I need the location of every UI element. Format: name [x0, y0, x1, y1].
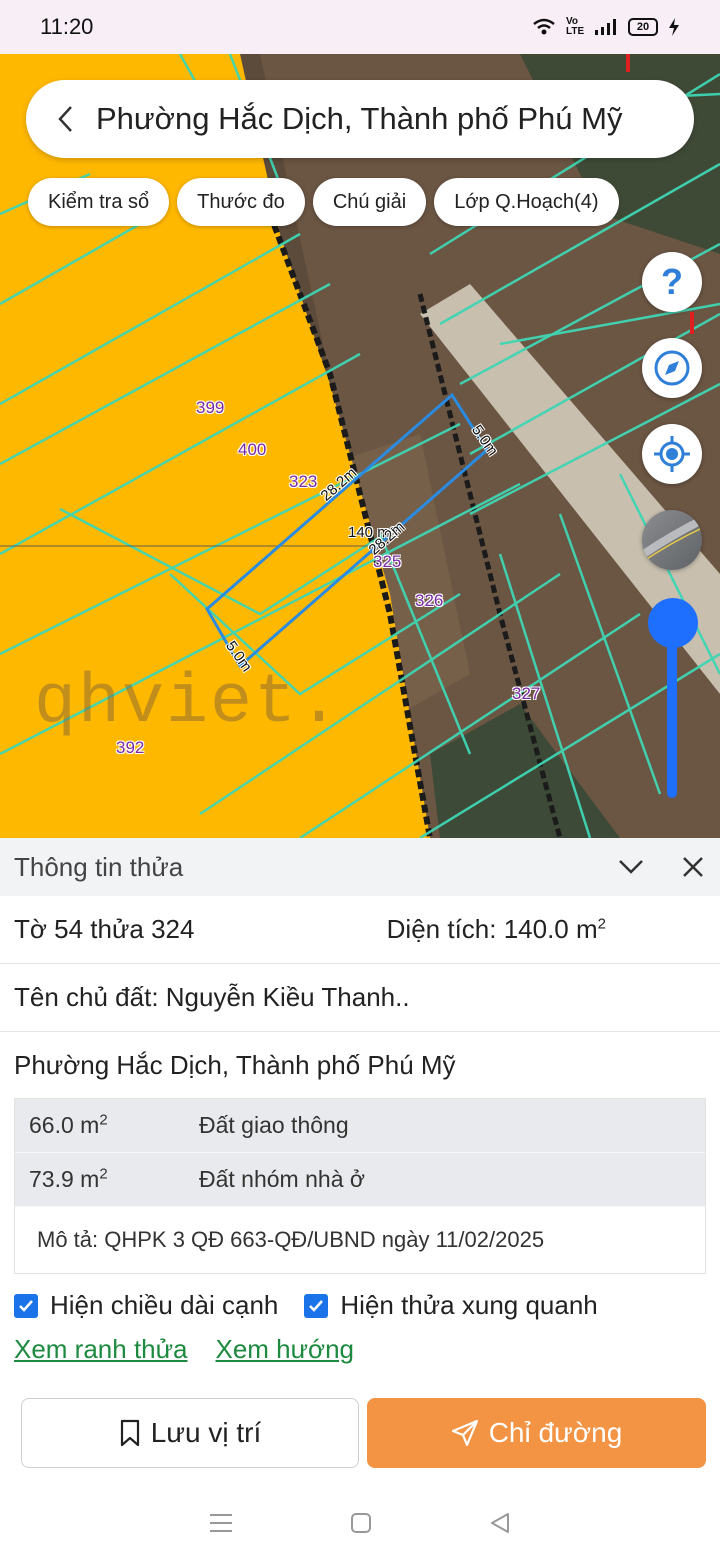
address-row: Phường Hắc Dịch, Thành phố Phú Mỹ	[0, 1032, 720, 1098]
back-nav-icon[interactable]	[488, 1511, 512, 1535]
parcel-label[interactable]: 326	[415, 591, 443, 611]
display-options: Hiện chiều dài cạnh Hiện thửa xung quanh	[14, 1290, 624, 1321]
owner-name: Tên chủ đất: Nguyễn Kiều Thanh..	[14, 982, 410, 1012]
land-use-area: 73.9 m2	[15, 1166, 199, 1193]
ruler-chip[interactable]: Thước đo	[177, 178, 305, 226]
show-edge-length-option[interactable]: Hiện chiều dài cạnh	[14, 1290, 278, 1321]
charging-icon	[669, 18, 679, 36]
parcel-info-header: Thông tin thửa	[0, 838, 720, 896]
map-tool-chips: Kiểm tra sổ Thước đo Chú giải Lớp Q.Hoạc…	[28, 178, 619, 226]
parcel-label[interactable]: 327	[512, 684, 540, 704]
help-icon: ?	[661, 261, 683, 302]
network-type-label: Vo LTE	[566, 16, 585, 37]
parcel-address: Phường Hắc Dịch, Thành phố Phú Mỹ	[14, 1049, 456, 1080]
area-unit-superscript: 2	[597, 915, 606, 933]
parcel-area-value: Diện tích: 140.0 m	[386, 914, 598, 944]
chevron-down-icon[interactable]	[618, 859, 644, 875]
directions-button[interactable]: Chỉ đường	[367, 1398, 706, 1468]
system-nav-bar	[0, 1486, 720, 1560]
status-bar: 11:20 Vo LTE 20	[0, 0, 720, 54]
parcel-id: Tờ 54 thửa 324	[14, 914, 195, 944]
location-header: Phường Hắc Dịch, Thành phố Phú Mỹ	[26, 80, 694, 158]
land-use-row: 73.9 m2 Đất nhóm nhà ở	[15, 1153, 705, 1207]
show-edge-length-label[interactable]: Hiện chiều dài cạnh	[50, 1290, 278, 1321]
signal-icon	[595, 19, 616, 35]
map-layer-toggle-button[interactable]	[642, 510, 702, 570]
parcel-label[interactable]: 400	[238, 440, 266, 460]
owner-row: Tên chủ đất: Nguyễn Kiều Thanh..	[0, 964, 720, 1032]
parcel-label[interactable]: 323	[289, 472, 317, 492]
check-certificate-chip[interactable]: Kiểm tra sổ	[28, 178, 170, 226]
map-view[interactable]: qhviet. 399 400 323 325 326 327 392 5.0m…	[0, 54, 720, 838]
battery-level: 20	[636, 21, 650, 33]
location-title[interactable]: Phường Hắc Dịch, Thành phố Phú Mỹ	[96, 101, 622, 137]
bookmark-icon	[119, 1419, 141, 1447]
parcel-links: Xem ranh thửa Xem hướng	[14, 1334, 354, 1365]
status-time: 11:20	[40, 14, 94, 39]
satellite-thumbnail-icon	[642, 516, 702, 563]
menu-icon[interactable]	[208, 1512, 234, 1534]
land-use-table: 66.0 m2 Đất giao thông 73.9 m2 Đất nhóm …	[14, 1098, 706, 1274]
save-location-button[interactable]: Lưu vị trí	[21, 1398, 359, 1468]
save-location-label: Lưu vị trí	[150, 1417, 262, 1448]
parcel-info-title: Thông tin thửa	[14, 851, 184, 882]
planning-description: Mô tả: QHPK 3 QĐ 663-QĐ/UBND ngày 11/02/…	[15, 1207, 705, 1273]
land-use-type: Đất giao thông	[199, 1112, 349, 1138]
land-use-area-value: 66.0 m	[29, 1112, 100, 1138]
battery-icon: 20	[628, 18, 658, 36]
land-use-type: Đất nhóm nhà ở	[199, 1166, 365, 1192]
area-unit-superscript: 2	[99, 1165, 108, 1183]
back-icon[interactable]	[50, 99, 80, 139]
status-icons: Vo LTE 20	[532, 17, 680, 37]
zoom-slider-thumb[interactable]	[648, 598, 698, 648]
parcel-area: Diện tích: 140.0 m2	[387, 914, 706, 945]
land-use-area-value: 73.9 m	[29, 1166, 100, 1192]
compass-button[interactable]	[642, 338, 702, 398]
send-icon	[451, 1419, 479, 1447]
area-unit-superscript: 2	[99, 1111, 108, 1129]
checkbox-checked-icon[interactable]	[304, 1293, 329, 1318]
show-neighbors-option[interactable]: Hiện thửa xung quanh	[304, 1290, 598, 1321]
location-target-icon	[654, 436, 690, 472]
planning-layer-chip[interactable]: Lớp Q.Hoạch(4)	[434, 178, 619, 226]
legend-chip[interactable]: Chú giải	[312, 178, 427, 226]
view-boundary-link[interactable]: Xem ranh thửa	[14, 1334, 188, 1365]
parcel-summary-row: Tờ 54 thửa 324 Diện tích: 140.0 m2	[0, 896, 720, 964]
view-direction-link[interactable]: Xem hướng	[216, 1334, 355, 1365]
land-use-row: 66.0 m2 Đất giao thông	[15, 1099, 705, 1153]
parcel-label[interactable]: 399	[196, 398, 224, 418]
directions-label: Chỉ đường	[488, 1417, 623, 1448]
zoom-slider-track[interactable]	[667, 622, 677, 798]
land-use-area: 66.0 m2	[15, 1112, 199, 1139]
my-location-button[interactable]	[642, 424, 702, 484]
wifi-icon	[533, 18, 555, 35]
close-icon[interactable]	[682, 856, 704, 878]
parcel-label[interactable]: 392	[116, 738, 144, 758]
checkbox-checked-icon[interactable]	[14, 1293, 38, 1318]
home-icon[interactable]	[349, 1511, 373, 1535]
map-watermark: qhviet.	[34, 664, 343, 743]
show-neighbors-label[interactable]: Hiện thửa xung quanh	[340, 1290, 597, 1321]
compass-icon	[654, 350, 690, 386]
help-button[interactable]: ?	[642, 252, 702, 312]
